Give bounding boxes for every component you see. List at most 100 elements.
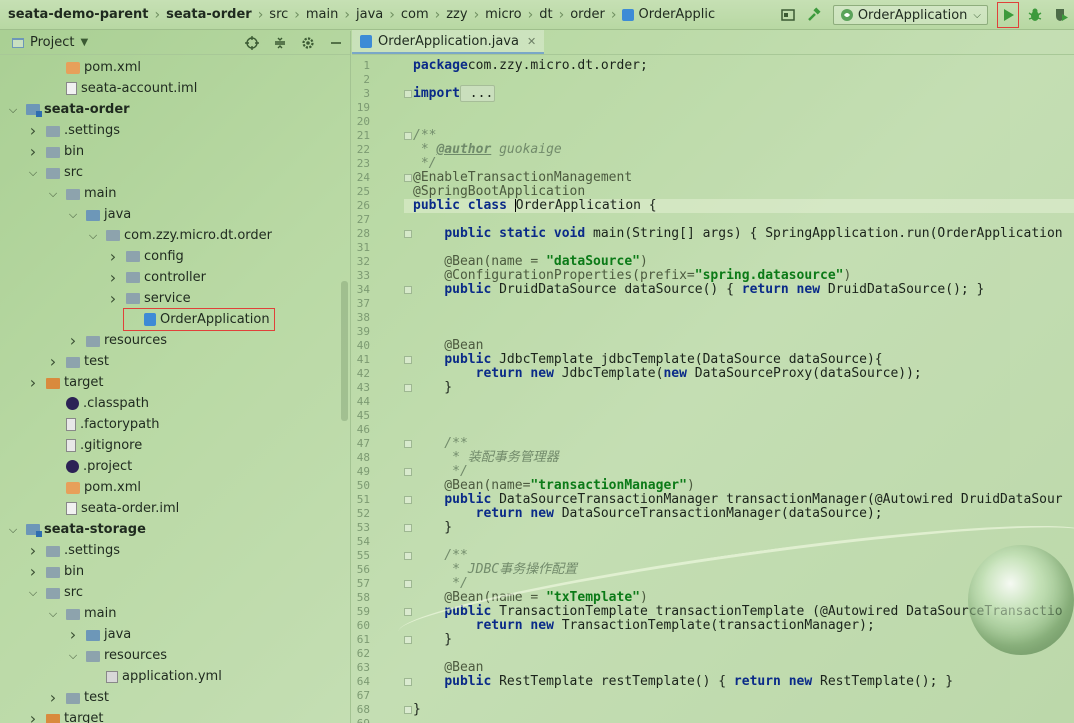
breadcrumb-item[interactable]: OrderApplic — [622, 0, 715, 30]
tree-item[interactable]: ⌵ src — [0, 582, 340, 603]
tree-item[interactable]: ⌵ main — [0, 183, 340, 204]
breadcrumb-item[interactable]: src — [269, 0, 288, 30]
chevron-down-icon[interactable]: ⌵ — [6, 519, 20, 540]
chevron-right-icon[interactable]: › — [26, 708, 40, 723]
chevron-right-icon[interactable]: › — [66, 330, 80, 351]
code-token[interactable]: ... — [459, 85, 496, 102]
close-tab-icon[interactable]: ✕ — [527, 35, 536, 48]
tree-item[interactable]: › .settings — [0, 120, 340, 141]
chevron-down-icon[interactable]: ⌵ — [66, 645, 80, 666]
chevron-right-icon[interactable]: › — [26, 120, 40, 141]
tree-item[interactable]: › target — [0, 708, 340, 723]
tree-item-label: pom.xml — [84, 480, 141, 495]
tree-item[interactable]: .classpath — [0, 393, 340, 414]
hide-panel-icon[interactable] — [325, 32, 347, 54]
chevron-down-icon[interactable]: ⌵ — [46, 603, 60, 624]
chevron-right-icon[interactable]: › — [106, 267, 120, 288]
breadcrumb-item[interactable]: dt — [539, 0, 552, 30]
project-structure-icon[interactable] — [777, 4, 799, 26]
breadcrumb-item[interactable]: order — [570, 0, 605, 30]
chevron-right-icon[interactable]: › — [26, 141, 40, 162]
chevron-right-icon[interactable]: › — [106, 288, 120, 309]
run-button[interactable] — [997, 2, 1019, 28]
code-line: @Bean(name="transactionManager") — [413, 479, 694, 493]
tree-item[interactable]: › controller — [0, 267, 340, 288]
text-file-icon — [66, 439, 76, 452]
tree-item[interactable]: › bin — [0, 141, 340, 162]
chevron-right-icon[interactable]: › — [26, 372, 40, 393]
chevron-down-icon[interactable]: ⌵ — [26, 582, 40, 603]
locate-target-icon[interactable] — [241, 32, 263, 54]
code-token: /** — [413, 436, 468, 451]
tree-item[interactable]: › config — [0, 246, 340, 267]
chevron-down-icon[interactable]: ⌵ — [66, 204, 80, 225]
tree-item-label: .factorypath — [80, 417, 160, 432]
view-dropdown-icon[interactable]: ▼ — [80, 37, 88, 48]
project-view-title[interactable]: Project — [30, 35, 74, 50]
tree-item[interactable]: › bin — [0, 561, 340, 582]
tree-item[interactable]: › .settings — [0, 540, 340, 561]
breadcrumb-item[interactable]: com — [401, 0, 429, 30]
tree-item[interactable]: ⌵ java — [0, 204, 340, 225]
tree-item-label: seata-account.iml — [81, 81, 198, 96]
breadcrumb-item[interactable]: seata-order — [166, 0, 252, 30]
chevron-right-icon[interactable]: › — [46, 687, 60, 708]
tree-item[interactable]: ⌵ resources — [0, 645, 340, 666]
tree-item[interactable]: ⌵ seata-storage — [0, 519, 340, 540]
code-token: */ — [413, 156, 437, 171]
chevron-down-icon[interactable]: ⌵ — [6, 99, 20, 120]
chevron-down-icon[interactable]: ⌵ — [26, 162, 40, 183]
tab-order-application[interactable]: OrderApplication.java ✕ — [352, 30, 545, 54]
run-play-icon — [1004, 9, 1014, 21]
tree-item[interactable]: ⌵ main — [0, 603, 340, 624]
tree-item[interactable]: .factorypath — [0, 414, 340, 435]
tree-item[interactable]: .gitignore — [0, 435, 340, 456]
chevron-down-icon[interactable]: ⌵ — [86, 225, 100, 246]
chevron-right-icon[interactable]: › — [106, 246, 120, 267]
settings-gear-icon[interactable] — [297, 32, 319, 54]
breadcrumb: seata-demo-parent › seata-order › src › main › j… — [0, 0, 715, 30]
tree-item[interactable]: › target — [0, 372, 340, 393]
tree-item[interactable]: pom.xml — [0, 57, 340, 78]
build-hammer-icon[interactable] — [803, 4, 825, 26]
tree-item[interactable]: application.yml — [0, 666, 340, 687]
code-token: RestTemplate restTemplate() { — [499, 674, 734, 689]
text-file-icon — [66, 418, 76, 431]
tree-item[interactable]: › service — [0, 288, 340, 309]
tree-item[interactable]: .project — [0, 456, 340, 477]
tree-item[interactable]: › test — [0, 687, 340, 708]
chevron-right-icon[interactable]: › — [46, 351, 60, 372]
folder-icon — [46, 545, 60, 557]
tree-item[interactable]: seata-order.iml — [0, 498, 340, 519]
debug-button[interactable] — [1024, 4, 1046, 26]
breadcrumb-item[interactable]: seata-demo-parent — [8, 0, 148, 30]
tree-item[interactable]: ⌵ seata-order — [0, 99, 340, 120]
eclipse-icon — [66, 397, 79, 410]
code-line: @SpringBootApplication — [413, 185, 585, 199]
breadcrumb-item[interactable]: main — [306, 0, 338, 30]
tree-item[interactable]: › test — [0, 351, 340, 372]
breadcrumb-item[interactable]: zzy — [446, 0, 467, 30]
tree-item[interactable]: › resources — [0, 330, 340, 351]
collapse-all-icon[interactable] — [269, 32, 291, 54]
run-configuration-select[interactable]: OrderApplication ⌵ — [832, 5, 988, 25]
tree-item[interactable]: seata-account.iml — [0, 78, 340, 99]
tree-scrollbar[interactable] — [341, 281, 348, 421]
chevron-down-icon[interactable]: ⌵ — [46, 183, 60, 204]
chevron-right-icon[interactable]: › — [26, 540, 40, 561]
tree-item[interactable]: OrderApplication — [123, 308, 275, 331]
breadcrumb-item[interactable]: micro — [485, 0, 521, 30]
tree-item-label: target — [64, 375, 104, 390]
breadcrumb-item[interactable]: java — [356, 0, 383, 30]
chevron-right-icon[interactable]: › — [26, 561, 40, 582]
code-token: ) — [639, 254, 648, 269]
chevron-right-icon[interactable]: › — [66, 624, 80, 645]
tree-item[interactable]: ⌵ src — [0, 162, 340, 183]
tree-item[interactable]: › java — [0, 624, 340, 645]
tree-item[interactable]: pom.xml — [0, 477, 340, 498]
tree-item[interactable]: ⌵ com.zzy.micro.dt.order — [0, 225, 340, 246]
run-with-coverage-button[interactable] — [1050, 4, 1072, 26]
